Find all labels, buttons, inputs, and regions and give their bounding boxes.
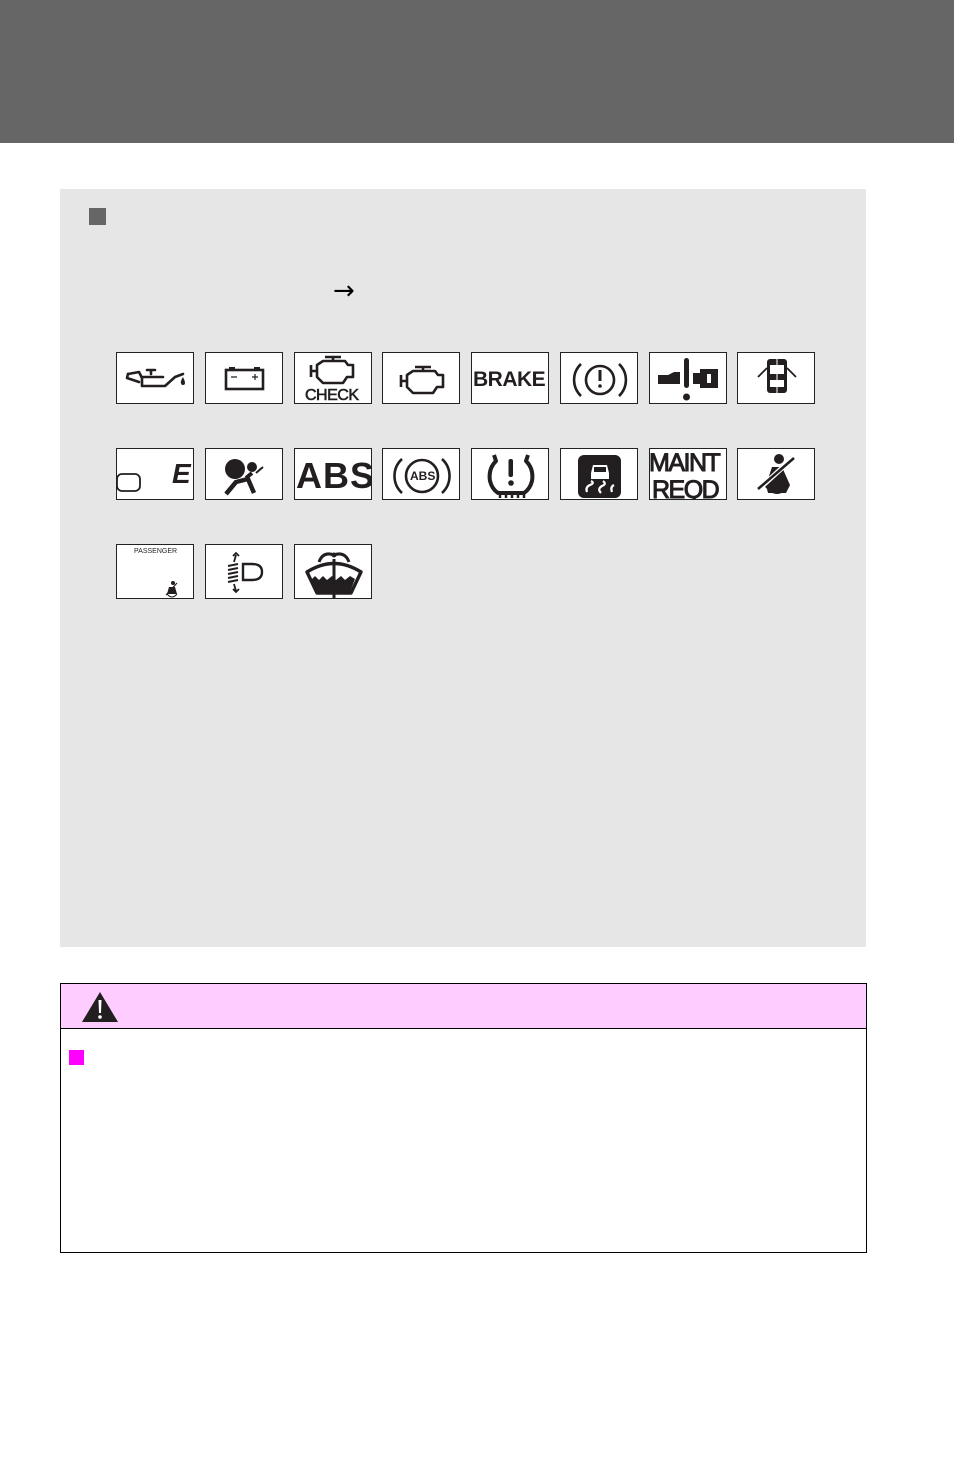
- brake-label: BRAKE: [473, 368, 546, 391]
- open-door-warning-icon: [737, 352, 815, 404]
- brake-warning-circle-icon: [560, 352, 638, 404]
- abs-circle-label: ABS: [410, 469, 436, 483]
- abs-label: ABS: [296, 455, 372, 496]
- empty-label: E: [172, 458, 191, 489]
- charging-system-warning-icon: [205, 352, 283, 404]
- square-bullet-icon: [89, 208, 106, 225]
- warning-triangle-icon: [82, 992, 118, 1022]
- oil-pressure-warning-icon: [116, 352, 194, 404]
- passenger-seatbelt-reminder-icon: PASSENGER: [116, 544, 194, 599]
- maintenance-required-icon: MAINT REQD: [649, 448, 727, 500]
- headlight-leveling-icon: [205, 544, 283, 599]
- arrow-icon: →: [333, 276, 355, 306]
- low-washer-fluid-icon: [294, 544, 372, 599]
- check-engine-icon: CHECK: [294, 352, 372, 404]
- caution-box: [60, 983, 867, 1253]
- slip-indicator-icon: [560, 448, 638, 500]
- maint-label: MAINT: [649, 449, 721, 478]
- magenta-square-bullet-icon: [69, 1050, 84, 1065]
- caution-header: [61, 984, 866, 1029]
- tire-pressure-warning-icon: [471, 448, 549, 500]
- power-steering-warning-icon: [649, 352, 727, 404]
- low-fuel-warning-icon: E: [116, 448, 194, 500]
- driver-seatbelt-reminder-icon: [737, 448, 815, 500]
- header-band: [0, 0, 954, 143]
- abs-warning-circle-icon: ABS: [382, 448, 460, 500]
- reqd-label: REQD: [651, 476, 720, 500]
- check-label: CHECK: [305, 387, 360, 404]
- abs-warning-text-icon: ABS: [294, 448, 372, 500]
- brake-system-warning-icon: BRAKE: [471, 352, 549, 404]
- malfunction-indicator-icon: [382, 352, 460, 404]
- srs-airbag-warning-icon: [205, 448, 283, 500]
